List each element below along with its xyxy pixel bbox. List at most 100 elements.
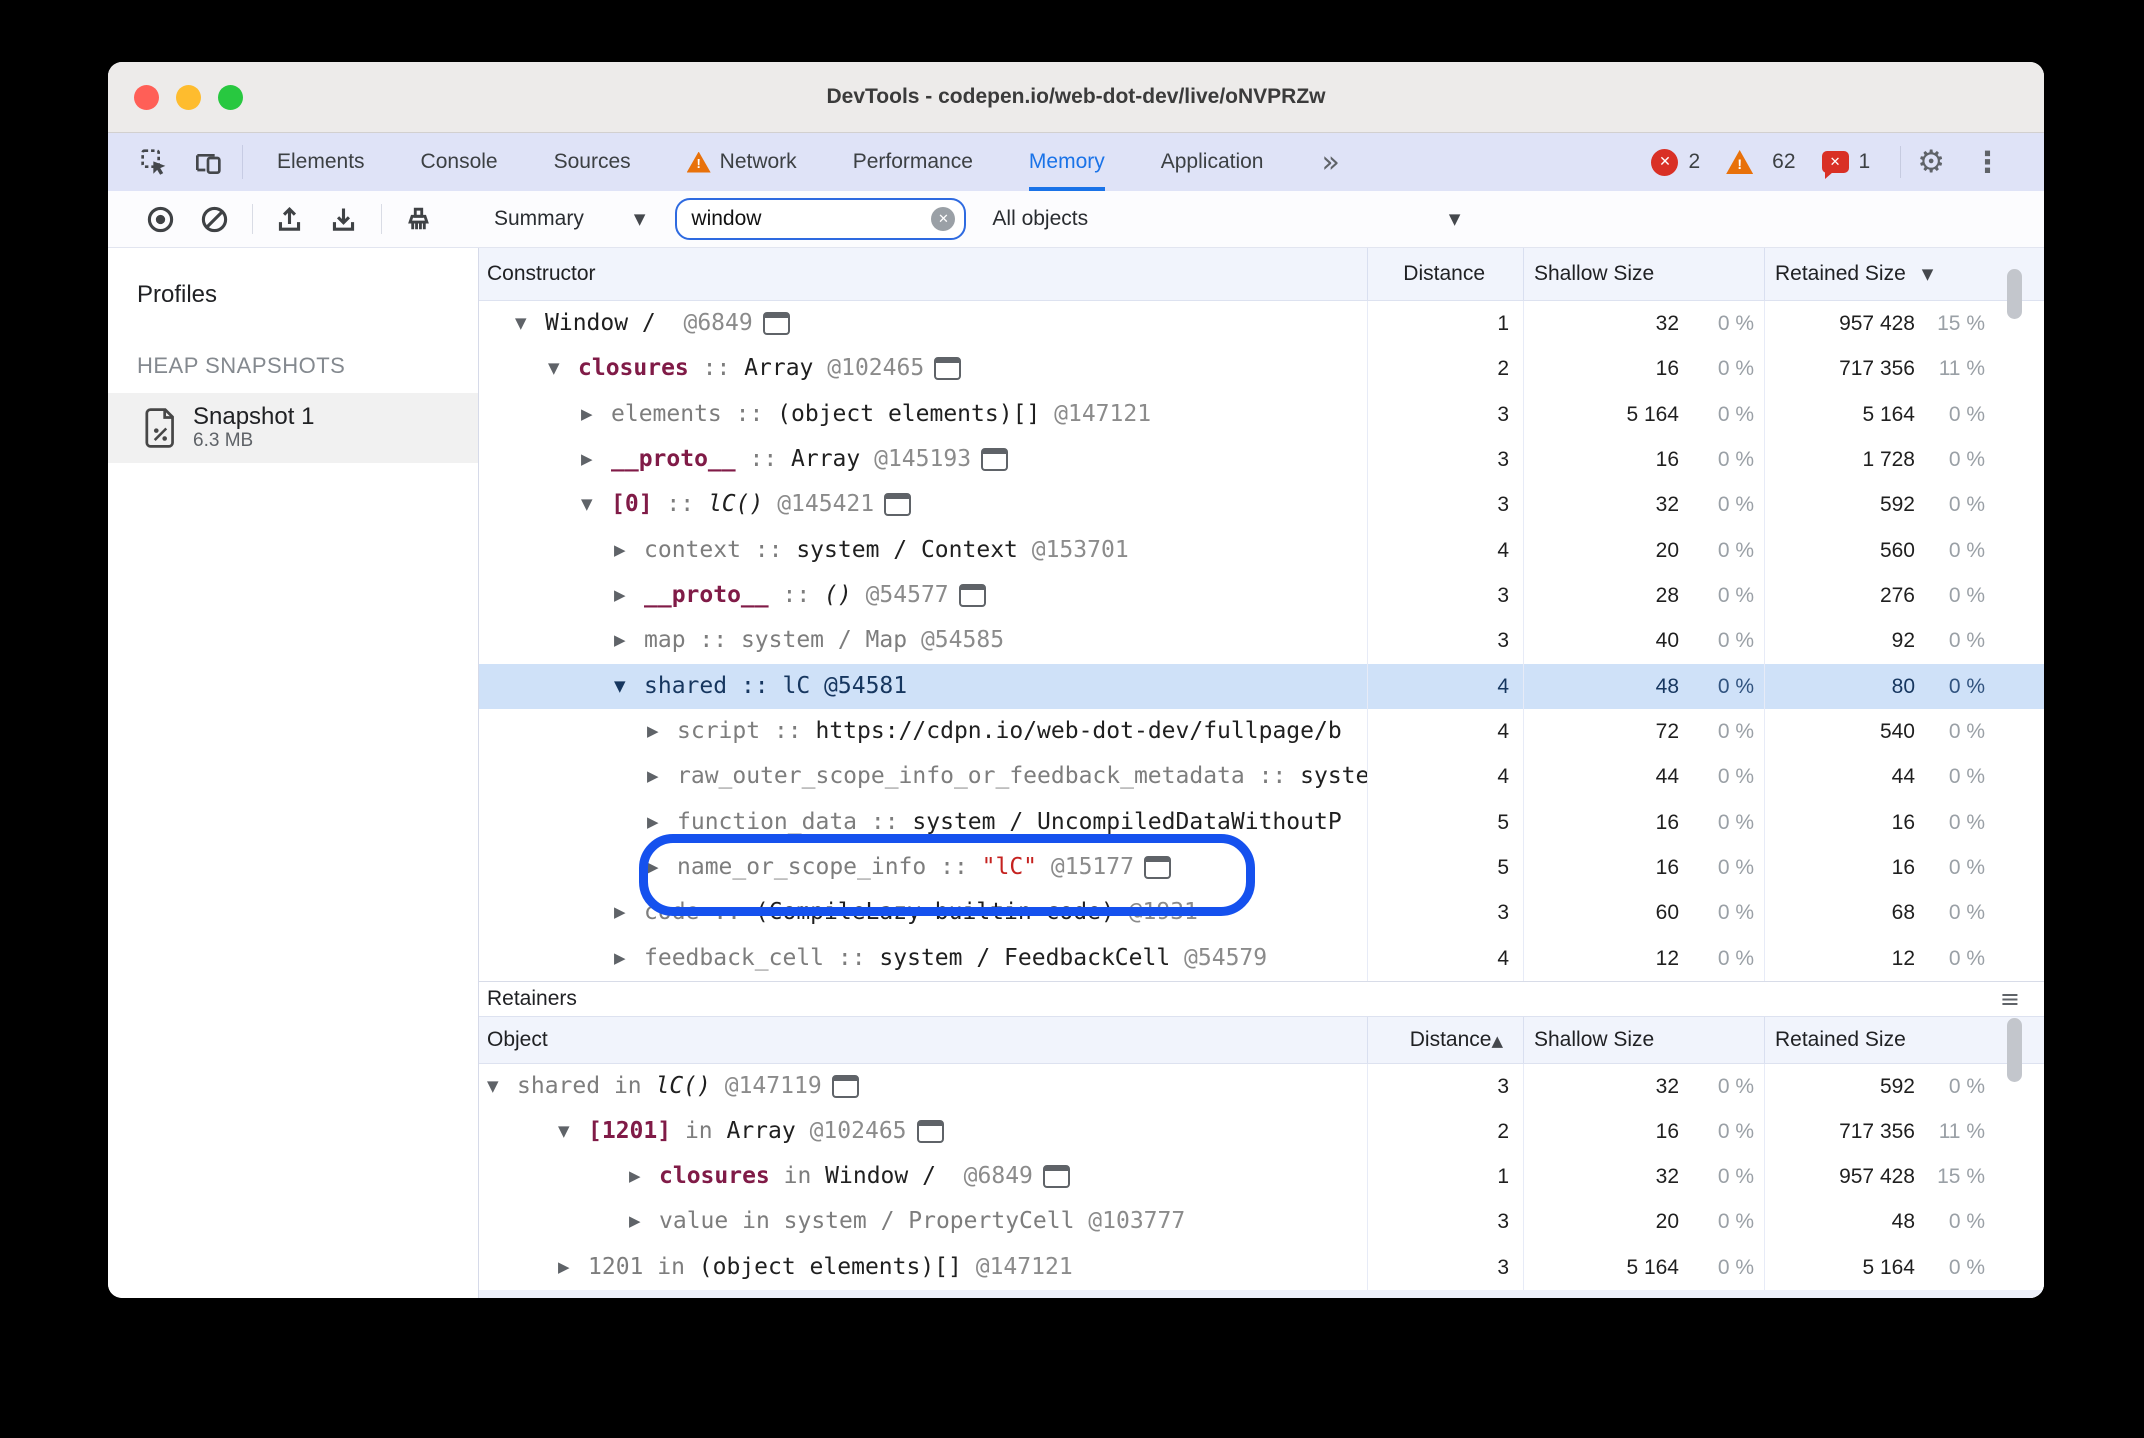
disclosure-triangle[interactable]: ▶ xyxy=(614,618,644,663)
tree-row[interactable]: ▼ [0] :: lC() @145421 3 32 0 % 592 0 % xyxy=(479,482,2044,528)
minimize-button[interactable] xyxy=(176,84,201,110)
scrollbar-thumb[interactable] xyxy=(2007,269,2022,319)
tab-application[interactable]: Application xyxy=(1161,133,1264,191)
disclosure-triangle[interactable]: ▶ xyxy=(614,936,644,981)
shallow-size-percent: 0 % xyxy=(1717,946,1754,970)
disclosure-triangle[interactable]: ▼ xyxy=(581,482,611,527)
tree-row[interactable]: ▶ feedback_cell :: system / FeedbackCell … xyxy=(479,935,2044,981)
close-button[interactable] xyxy=(134,84,159,110)
sidebar-item-snapshot-1[interactable]: Snapshot 1 6.3 MB xyxy=(108,393,478,463)
tree-row[interactable]: ▼ shared in lC() @147119 3 32 0 % 592 0 % xyxy=(479,1063,2044,1110)
disclosure-triangle[interactable]: ▼ xyxy=(614,664,644,709)
disclosure-triangle[interactable]: ▼ xyxy=(487,1064,517,1109)
zoom-button[interactable] xyxy=(218,84,243,110)
distance-value: 3 xyxy=(1367,391,1523,437)
column-header-constructor[interactable]: Constructor xyxy=(479,248,1367,300)
tree-row-name: ▶ name_or_scope_info :: "lC" @15177 xyxy=(479,845,1367,890)
save-profile-icon[interactable] xyxy=(321,197,365,241)
disclosure-triangle[interactable]: ▶ xyxy=(581,392,611,437)
scrollbar-thumb[interactable] xyxy=(2007,1018,2022,1082)
column-header-shallow-size[interactable]: Shallow Size xyxy=(1523,248,1764,300)
kebab-menu-icon[interactable]: ⋮ xyxy=(1973,147,2002,177)
search-input[interactable] xyxy=(691,207,932,231)
tree-row-name: ▶ map :: system / Map @54585 xyxy=(479,618,1367,663)
settings-gear-icon[interactable]: ⚙ xyxy=(1917,146,1945,178)
column-header-distance[interactable]: Distance▲ xyxy=(1367,1016,1523,1063)
disclosure-triangle[interactable]: ▼ xyxy=(558,1109,588,1154)
device-toolbar-icon[interactable] xyxy=(186,140,230,184)
tab-network[interactable]: ! Network xyxy=(686,133,797,191)
tree-row[interactable]: ▶ map :: system / Map @54585 3 40 0 % 92 0 % xyxy=(479,618,2044,664)
column-header-shallow-size[interactable]: Shallow Size xyxy=(1523,1016,1764,1063)
retained-size-percent: 11 % xyxy=(1938,1120,1985,1144)
disclosure-triangle[interactable]: ▶ xyxy=(647,709,677,754)
disclosure-triangle[interactable]: ▶ xyxy=(614,890,644,935)
disclosure-triangle[interactable]: ▶ xyxy=(614,573,644,618)
tree-row[interactable]: ▶ name_or_scope_info :: "lC" @15177 5 16 0 %… xyxy=(479,844,2044,891)
clear-profiles-icon[interactable] xyxy=(192,197,236,241)
tree-row[interactable]: ▶ __proto__ :: () @54577 3 28 0 % 276 0 % xyxy=(479,572,2044,619)
retainers-splitter-bar[interactable]: Retainers ≡ xyxy=(479,980,2044,1016)
window-preview-icon xyxy=(916,1120,944,1144)
tree-row[interactable]: ▶ __proto__ :: Array @145193 3 16 0 % 1 728 0 … xyxy=(479,436,2044,483)
disclosure-triangle[interactable]: ▶ xyxy=(647,845,677,890)
tab-elements[interactable]: Elements xyxy=(277,133,365,191)
window-titlebar: DevTools - codepen.io/web-dot-dev/live/o… xyxy=(108,62,2044,133)
tree-row[interactable]: ▶ code :: (CompileLazy builtin code) @193… xyxy=(479,890,2044,936)
tree-row[interactable]: ▶ context :: system / Context @153701 4 20 0… xyxy=(479,527,2044,573)
shallow-size-percent: 0 % xyxy=(1717,810,1754,834)
more-tabs-icon[interactable]: » xyxy=(1321,145,1339,180)
tree-row[interactable]: ▶ raw_outer_scope_info_or_feedback_metada… xyxy=(479,754,2044,800)
retainers-table-header: Object Distance▲ Shallow Size Retained S… xyxy=(479,1015,2044,1064)
retained-size-value: 16 xyxy=(1764,799,1919,845)
error-badge[interactable]: ✕ 2 xyxy=(1651,148,1700,176)
disclosure-triangle[interactable]: ▶ xyxy=(647,800,677,845)
warning-badge[interactable]: ! 62 xyxy=(1726,150,1796,174)
issues-badge[interactable]: ✕ 1 xyxy=(1821,150,1870,179)
disclosure-triangle[interactable]: ▶ xyxy=(629,1154,659,1199)
object-filter-select[interactable]: All objects ▼ xyxy=(992,207,1466,231)
constructor-rows: ▼ Window / @6849 1 32 0 % 957 428 15 % ▼ closure… xyxy=(479,301,2044,981)
class-filter-search[interactable]: ✕ xyxy=(675,198,967,240)
shallow-size-value: 72 xyxy=(1523,708,1683,755)
tab-memory[interactable]: Memory xyxy=(1028,133,1105,191)
tree-row[interactable]: ▼ shared :: lC @54581 4 48 0 % 80 0 % xyxy=(479,663,2044,709)
column-header-retained-size[interactable]: Retained Size xyxy=(1764,1016,2044,1063)
column-header-retained-size[interactable]: Retained Size ▼ xyxy=(1764,248,2044,300)
shallow-size-percent: 0 % xyxy=(1717,719,1754,743)
tree-row[interactable]: ▶ function_data :: system / UncompiledDat… xyxy=(479,799,2044,845)
tab-console[interactable]: Console xyxy=(421,133,498,191)
disclosure-triangle[interactable]: ▼ xyxy=(515,301,545,346)
disclosure-triangle[interactable]: ▶ xyxy=(558,1245,588,1290)
tree-row[interactable]: ▶ script :: https://cdpn.io/web-dot-dev/f… xyxy=(479,708,2044,755)
clear-all-brush-icon[interactable] xyxy=(396,197,440,241)
tab-label: Performance xyxy=(852,150,973,173)
snapshot-name: Snapshot 1 xyxy=(193,403,315,430)
tree-row[interactable]: ▼ closures :: Array @102465 2 16 0 % 717 356 1… xyxy=(479,346,2044,392)
tree-row[interactable]: ▼ [1201] in Array @102465 2 16 0 % 717 356 11 … xyxy=(479,1109,2044,1155)
tab-sources[interactable]: Sources xyxy=(554,133,631,191)
column-header-distance[interactable]: Distance xyxy=(1367,248,1523,300)
disclosure-triangle[interactable]: ▶ xyxy=(647,754,677,799)
disclosure-triangle[interactable]: ▶ xyxy=(629,1199,659,1244)
distance-value: 1 xyxy=(1367,1154,1523,1200)
tree-row[interactable]: ▶ elements :: (object elements)[] @147121… xyxy=(479,391,2044,437)
memory-toolbar: Summary ▼ ✕ All objects ▼ xyxy=(108,191,2044,248)
load-profile-icon[interactable] xyxy=(267,197,311,241)
clear-search-icon[interactable]: ✕ xyxy=(931,207,956,231)
chevron-down-icon: ▼ xyxy=(633,210,646,228)
column-header-object[interactable]: Object xyxy=(479,1017,1367,1063)
disclosure-triangle[interactable]: ▼ xyxy=(548,346,578,391)
tree-row[interactable]: ▶ 1201 in (object elements)[] @147121 3 5 1… xyxy=(479,1244,2044,1290)
tree-row[interactable]: ▶ closures in Window / @6849 1 32 0 % 957 428… xyxy=(479,1154,2044,1200)
panel-content: Profiles HEAP SNAPSHOTS Snapshot 1 6.3 M… xyxy=(108,248,2044,1298)
retainers-menu-icon[interactable]: ≡ xyxy=(2000,982,2020,1016)
inspect-element-icon[interactable] xyxy=(132,140,176,184)
disclosure-triangle[interactable]: ▶ xyxy=(614,528,644,573)
record-heap-snapshot-icon[interactable] xyxy=(138,197,182,241)
tree-row[interactable]: ▶ value in system / PropertyCell @103777 3… xyxy=(479,1199,2044,1245)
tab-performance[interactable]: Performance xyxy=(853,133,973,191)
tree-row[interactable]: ▼ Window / @6849 1 32 0 % 957 428 15 % xyxy=(479,301,2044,347)
perspective-select[interactable]: Summary ▼ xyxy=(494,207,645,231)
disclosure-triangle[interactable]: ▶ xyxy=(581,437,611,482)
